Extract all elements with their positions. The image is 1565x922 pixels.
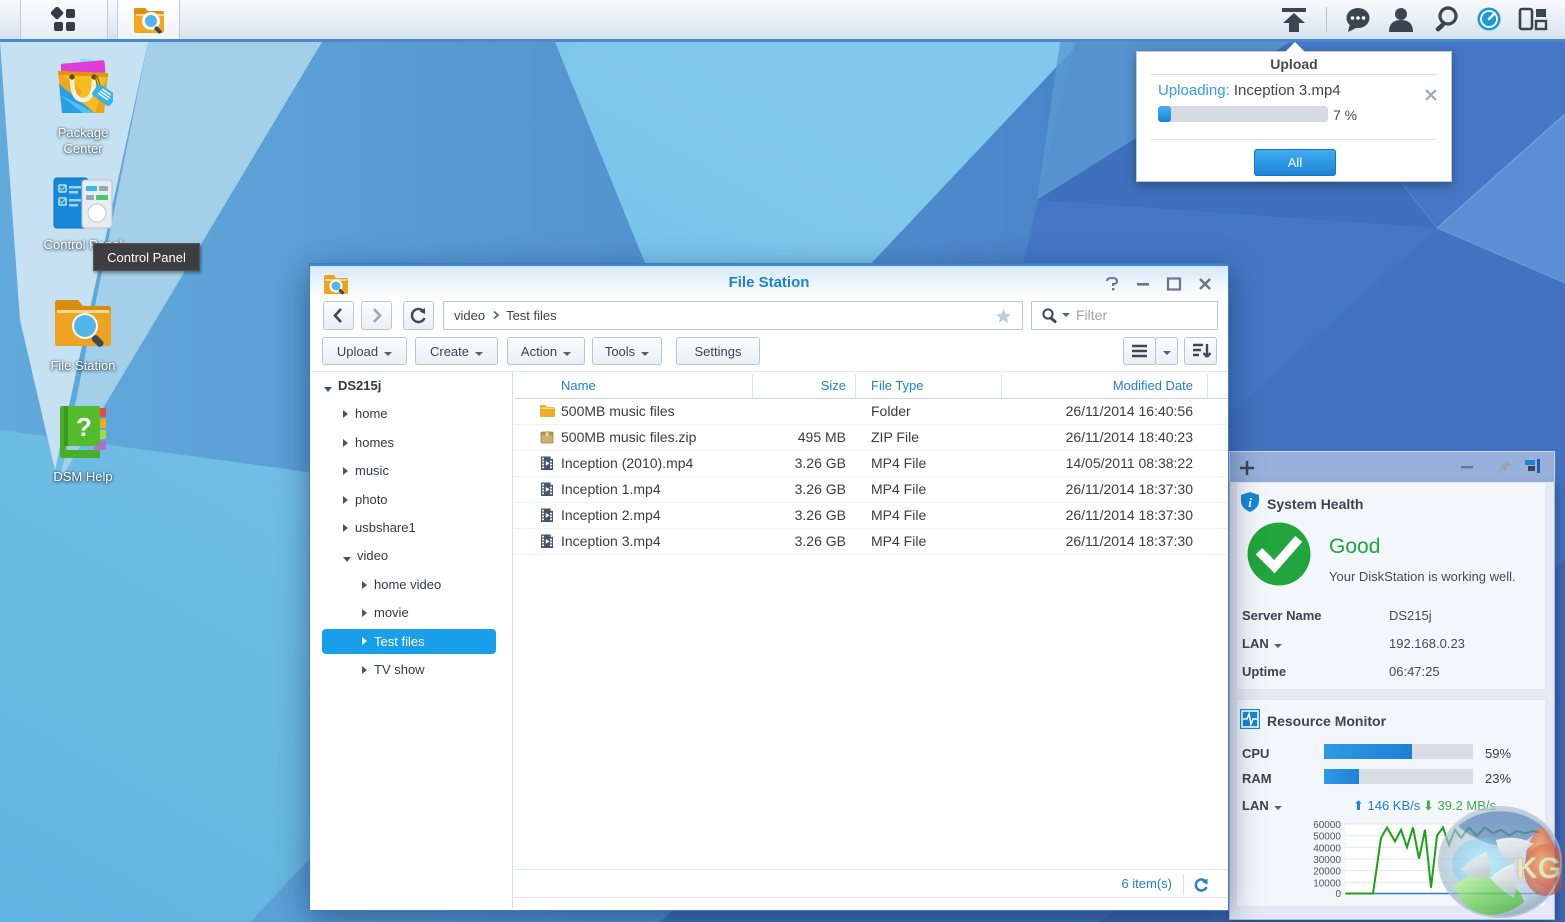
svg-text:40000: 40000	[1313, 843, 1341, 854]
svg-text:50000: 50000	[1313, 832, 1341, 843]
svg-text:i: i	[1248, 495, 1252, 510]
svg-text:30000: 30000	[1313, 855, 1341, 866]
svg-text:?: ?	[76, 412, 92, 442]
svg-text:60000: 60000	[1313, 820, 1341, 831]
svg-text:KG: KG	[1516, 852, 1561, 885]
svg-text:20000: 20000	[1313, 867, 1341, 878]
svg-text:10000: 10000	[1313, 878, 1341, 889]
svg-text:0: 0	[1335, 889, 1341, 898]
